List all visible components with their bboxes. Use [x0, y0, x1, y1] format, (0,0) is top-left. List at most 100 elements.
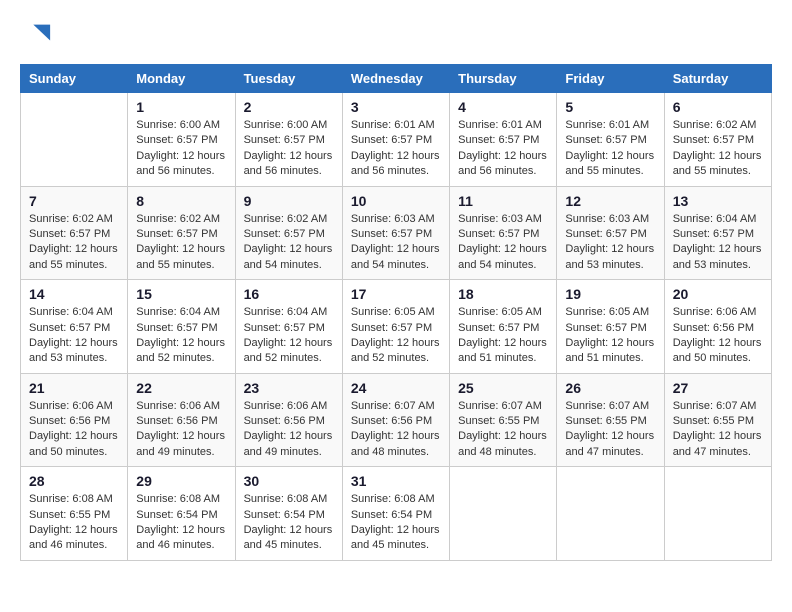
- column-header-wednesday: Wednesday: [342, 65, 449, 93]
- calendar-cell: 7 Sunrise: 6:02 AMSunset: 6:57 PMDaylight…: [21, 186, 128, 280]
- day-detail: Sunrise: 6:02 AMSunset: 6:57 PMDaylight:…: [29, 212, 119, 274]
- calendar-cell: 31 Sunrise: 6:08 AMSunset: 6:54 PMDayligh…: [342, 467, 449, 561]
- day-detail: Sunrise: 6:04 AMSunset: 6:57 PMDaylight:…: [244, 305, 334, 367]
- day-number: 28: [29, 473, 119, 489]
- day-detail: Sunrise: 6:08 AMSunset: 6:55 PMDaylight:…: [29, 492, 119, 554]
- day-number: 7: [29, 193, 119, 209]
- calendar-header-row: SundayMondayTuesdayWednesdayThursdayFrid…: [21, 65, 772, 93]
- calendar-week-4: 21 Sunrise: 6:06 AMSunset: 6:56 PMDayligh…: [21, 373, 772, 467]
- calendar-cell: 3 Sunrise: 6:01 AMSunset: 6:57 PMDaylight…: [342, 93, 449, 187]
- calendar-week-5: 28 Sunrise: 6:08 AMSunset: 6:55 PMDayligh…: [21, 467, 772, 561]
- calendar-cell: 23Sunrise: 6:06 AMSunset: 6:56 PMDayligh…: [235, 373, 342, 467]
- calendar-cell: 5 Sunrise: 6:01 AMSunset: 6:57 PMDaylight…: [557, 93, 664, 187]
- calendar-cell: 22Sunrise: 6:06 AMSunset: 6:56 PMDayligh…: [128, 373, 235, 467]
- calendar-cell: 1 Sunrise: 6:00 AMSunset: 6:57 PMDaylight…: [128, 93, 235, 187]
- day-number: 30: [244, 473, 334, 489]
- day-detail: Sunrise: 6:01 AMSunset: 6:57 PMDaylight:…: [458, 118, 548, 180]
- day-detail: Sunrise: 6:05 AMSunset: 6:57 PMDaylight:…: [565, 305, 655, 367]
- calendar-cell: 20 Sunrise: 6:06 AMSunset: 6:56 PMDayligh…: [664, 280, 771, 374]
- day-detail: Sunrise: 6:06 AMSunset: 6:56 PMDaylight:…: [673, 305, 763, 367]
- calendar-cell: [664, 467, 771, 561]
- day-detail: Sunrise: 6:03 AMSunset: 6:57 PMDaylight:…: [351, 212, 441, 274]
- day-number: 12: [565, 193, 655, 209]
- day-number: 25: [458, 380, 548, 396]
- day-number: 26: [565, 380, 655, 396]
- day-detail: Sunrise: 6:01 AMSunset: 6:57 PMDaylight:…: [351, 118, 441, 180]
- column-header-sunday: Sunday: [21, 65, 128, 93]
- calendar-cell: 18 Sunrise: 6:05 AMSunset: 6:57 PMDayligh…: [450, 280, 557, 374]
- day-number: 16: [244, 286, 334, 302]
- day-number: 11: [458, 193, 548, 209]
- day-detail: Sunrise: 6:02 AMSunset: 6:57 PMDaylight:…: [244, 212, 334, 274]
- day-detail: Sunrise: 6:07 AMSunset: 6:56 PMDaylight:…: [351, 399, 441, 461]
- day-detail: Sunrise: 6:00 AMSunset: 6:57 PMDaylight:…: [136, 118, 226, 180]
- day-detail: Sunrise: 6:05 AMSunset: 6:57 PMDaylight:…: [351, 305, 441, 367]
- calendar-week-3: 14 Sunrise: 6:04 AMSunset: 6:57 PMDayligh…: [21, 280, 772, 374]
- day-number: 1: [136, 99, 226, 115]
- calendar-cell: 16 Sunrise: 6:04 AMSunset: 6:57 PMDayligh…: [235, 280, 342, 374]
- calendar-cell: 26 Sunrise: 6:07 AMSunset: 6:55 PMDayligh…: [557, 373, 664, 467]
- calendar-week-1: 1 Sunrise: 6:00 AMSunset: 6:57 PMDaylight…: [21, 93, 772, 187]
- day-number: 3: [351, 99, 441, 115]
- day-number: 29: [136, 473, 226, 489]
- calendar-cell: 21 Sunrise: 6:06 AMSunset: 6:56 PMDayligh…: [21, 373, 128, 467]
- day-number: 5: [565, 99, 655, 115]
- day-number: 10: [351, 193, 441, 209]
- day-detail: Sunrise: 6:04 AMSunset: 6:57 PMDaylight:…: [29, 305, 119, 367]
- calendar-cell: 28 Sunrise: 6:08 AMSunset: 6:55 PMDayligh…: [21, 467, 128, 561]
- column-header-tuesday: Tuesday: [235, 65, 342, 93]
- column-header-friday: Friday: [557, 65, 664, 93]
- logo-icon: [24, 20, 52, 48]
- calendar-cell: 15 Sunrise: 6:04 AMSunset: 6:57 PMDayligh…: [128, 280, 235, 374]
- day-number: 31: [351, 473, 441, 489]
- day-detail: Sunrise: 6:08 AMSunset: 6:54 PMDaylight:…: [351, 492, 441, 554]
- calendar-cell: 9 Sunrise: 6:02 AMSunset: 6:57 PMDaylight…: [235, 186, 342, 280]
- calendar-cell: 24 Sunrise: 6:07 AMSunset: 6:56 PMDayligh…: [342, 373, 449, 467]
- day-number: 20: [673, 286, 763, 302]
- day-detail: Sunrise: 6:05 AMSunset: 6:57 PMDaylight:…: [458, 305, 548, 367]
- calendar-cell: [21, 93, 128, 187]
- column-header-monday: Monday: [128, 65, 235, 93]
- day-number: 24: [351, 380, 441, 396]
- day-number: 22: [136, 380, 226, 396]
- day-detail: Sunrise: 6:07 AMSunset: 6:55 PMDaylight:…: [673, 399, 763, 461]
- day-number: 23: [244, 380, 334, 396]
- calendar-week-2: 7 Sunrise: 6:02 AMSunset: 6:57 PMDaylight…: [21, 186, 772, 280]
- page-header: [20, 20, 772, 48]
- calendar-cell: 11Sunrise: 6:03 AMSunset: 6:57 PMDayligh…: [450, 186, 557, 280]
- day-number: 21: [29, 380, 119, 396]
- day-number: 13: [673, 193, 763, 209]
- calendar-cell: 4 Sunrise: 6:01 AMSunset: 6:57 PMDaylight…: [450, 93, 557, 187]
- day-detail: Sunrise: 6:01 AMSunset: 6:57 PMDaylight:…: [565, 118, 655, 180]
- day-detail: Sunrise: 6:07 AMSunset: 6:55 PMDaylight:…: [458, 399, 548, 461]
- calendar-cell: [450, 467, 557, 561]
- day-number: 18: [458, 286, 548, 302]
- day-number: 4: [458, 99, 548, 115]
- day-number: 15: [136, 286, 226, 302]
- day-number: 14: [29, 286, 119, 302]
- day-number: 17: [351, 286, 441, 302]
- calendar-table: SundayMondayTuesdayWednesdayThursdayFrid…: [20, 64, 772, 561]
- day-number: 2: [244, 99, 334, 115]
- day-detail: Sunrise: 6:00 AMSunset: 6:57 PMDaylight:…: [244, 118, 334, 180]
- day-number: 9: [244, 193, 334, 209]
- day-detail: Sunrise: 6:04 AMSunset: 6:57 PMDaylight:…: [673, 212, 763, 274]
- day-number: 6: [673, 99, 763, 115]
- calendar-cell: 10 Sunrise: 6:03 AMSunset: 6:57 PMDayligh…: [342, 186, 449, 280]
- day-number: 27: [673, 380, 763, 396]
- calendar-cell: 19Sunrise: 6:05 AMSunset: 6:57 PMDayligh…: [557, 280, 664, 374]
- day-detail: Sunrise: 6:04 AMSunset: 6:57 PMDaylight:…: [136, 305, 226, 367]
- calendar-cell: 17 Sunrise: 6:05 AMSunset: 6:57 PMDayligh…: [342, 280, 449, 374]
- calendar-cell: 8 Sunrise: 6:02 AMSunset: 6:57 PMDaylight…: [128, 186, 235, 280]
- logo: [20, 20, 52, 48]
- day-detail: Sunrise: 6:08 AMSunset: 6:54 PMDaylight:…: [244, 492, 334, 554]
- day-detail: Sunrise: 6:02 AMSunset: 6:57 PMDaylight:…: [136, 212, 226, 274]
- day-detail: Sunrise: 6:08 AMSunset: 6:54 PMDaylight:…: [136, 492, 226, 554]
- calendar-cell: 25 Sunrise: 6:07 AMSunset: 6:55 PMDayligh…: [450, 373, 557, 467]
- day-detail: Sunrise: 6:07 AMSunset: 6:55 PMDaylight:…: [565, 399, 655, 461]
- calendar-cell: [557, 467, 664, 561]
- day-number: 8: [136, 193, 226, 209]
- day-detail: Sunrise: 6:06 AMSunset: 6:56 PMDaylight:…: [29, 399, 119, 461]
- calendar-cell: 27 Sunrise: 6:07 AMSunset: 6:55 PMDayligh…: [664, 373, 771, 467]
- column-header-saturday: Saturday: [664, 65, 771, 93]
